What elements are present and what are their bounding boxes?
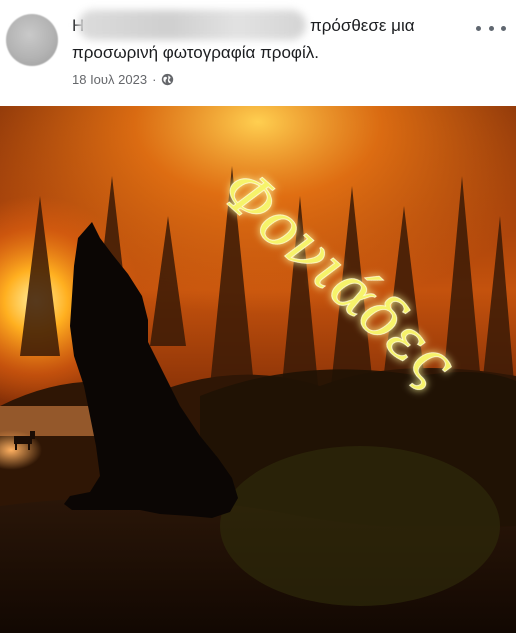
avatar[interactable] xyxy=(6,14,58,66)
profile-photo[interactable]: Φονιάδες xyxy=(0,106,516,633)
post-date[interactable]: 18 Ιουλ 2023 xyxy=(72,72,147,87)
author-name-redaction xyxy=(78,10,306,40)
more-dot xyxy=(501,25,506,31)
photo-scene xyxy=(0,106,516,633)
more-dot xyxy=(488,25,494,31)
post-meta: 18 Ιουλ 2023 · xyxy=(72,72,174,87)
post-action-text: πρόσθεσε μια xyxy=(310,16,415,35)
more-dot xyxy=(476,25,481,31)
post-action-text-continued: προσωρινή φωτογραφία προφίλ. xyxy=(72,43,319,62)
more-options-icon[interactable] xyxy=(476,18,506,38)
globe-icon[interactable] xyxy=(161,73,174,86)
meta-separator: · xyxy=(152,72,157,87)
post-header: Η πρόσθεσε μια προσωρινή φωτογραφία προφ… xyxy=(0,0,516,106)
